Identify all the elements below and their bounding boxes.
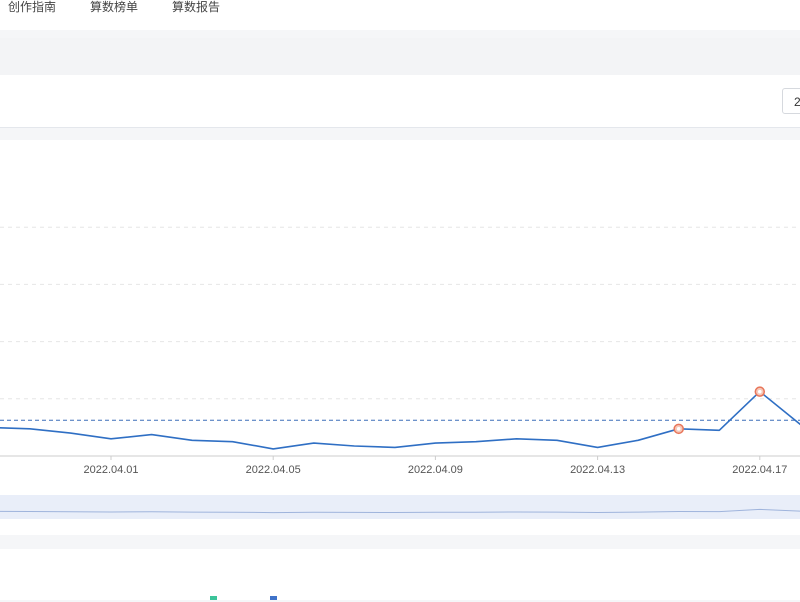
top-nav: 创作指南 算数榜单 算数报告 bbox=[0, 0, 800, 30]
chart-toolbar: 2 bbox=[0, 75, 800, 128]
legend-item-b[interactable] bbox=[270, 594, 281, 602]
legend-swatch-b bbox=[270, 596, 277, 600]
grid-lines bbox=[0, 226, 800, 421]
data-point-marker-core bbox=[676, 427, 681, 431]
trend-chart-panel: 2022.04.01 2022.04.05 2022.04.09 2022.04.13… bbox=[0, 140, 800, 535]
nav-item-rankings[interactable]: 算数榜单 bbox=[90, 0, 138, 14]
markers bbox=[673, 386, 766, 435]
nav-item-reports[interactable]: 算数报告 bbox=[172, 0, 220, 14]
brush-track bbox=[0, 495, 800, 519]
x-axis: 2022.04.01 2022.04.05 2022.04.09 2022.04.13… bbox=[0, 455, 800, 476]
section-gap bbox=[0, 128, 800, 140]
x-tick-label: 2022.04.13 bbox=[570, 464, 625, 476]
x-tick-label: 2022.04.05 bbox=[246, 464, 301, 476]
data-point-marker-core bbox=[758, 389, 762, 394]
section-gap-bottom bbox=[0, 535, 800, 549]
trend-line-chart[interactable]: 2022.04.01 2022.04.05 2022.04.09 2022.04.13… bbox=[0, 140, 800, 535]
x-tick-label: 2022.04.09 bbox=[408, 464, 463, 476]
x-tick-label: 2022.04.17 bbox=[732, 464, 787, 476]
header-band bbox=[0, 38, 800, 75]
legend-swatch-a bbox=[210, 596, 217, 600]
legend-item-a[interactable] bbox=[210, 594, 221, 602]
date-range-picker[interactable]: 2 bbox=[782, 88, 800, 114]
data-zoom-brush[interactable] bbox=[0, 495, 800, 519]
x-tick-label: 2022.04.01 bbox=[83, 464, 138, 476]
bottom-panel bbox=[0, 549, 800, 600]
nav-item-guide[interactable]: 创作指南 bbox=[8, 0, 56, 14]
